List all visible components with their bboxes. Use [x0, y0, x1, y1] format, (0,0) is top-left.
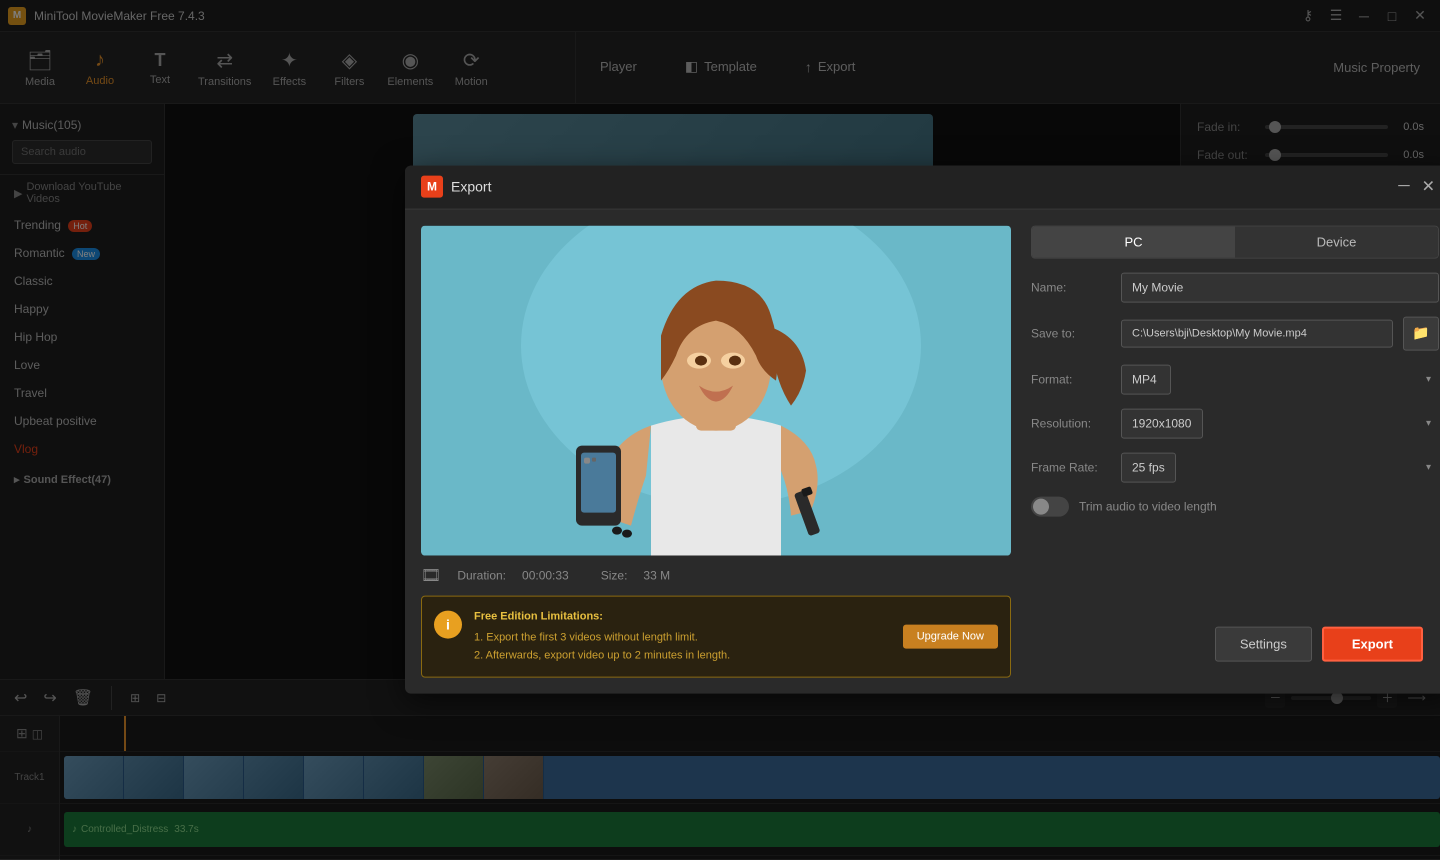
- frame-rate-label: Frame Rate:: [1031, 460, 1111, 474]
- resolution-label: Resolution:: [1031, 416, 1111, 430]
- warning-text: Free Edition Limitations: 1. Export the …: [474, 608, 891, 665]
- format-select[interactable]: MP4 MOV AVI MKV: [1121, 364, 1171, 394]
- dialog-logo: M: [421, 176, 443, 198]
- resolution-arrow-icon: ▾: [1426, 418, 1431, 429]
- save-to-row: Save to: 📁: [1031, 316, 1439, 350]
- warning-line1: 1. Export the first 3 videos without len…: [474, 630, 891, 648]
- export-info-row: 🎞 Duration: 00:00:33 Size: 33 M: [421, 565, 1011, 585]
- frame-rate-row: Frame Rate: 25 fps 30 fps 60 fps 24 fps …: [1031, 452, 1439, 482]
- dialog-title: Export: [451, 179, 1394, 195]
- warning-title: Free Edition Limitations:: [474, 608, 891, 626]
- warning-line2: 2. Afterwards, export video up to 2 minu…: [474, 647, 891, 665]
- duration-label: Duration:: [457, 568, 506, 582]
- dialog-titlebar: M Export ─ ✕: [405, 165, 1440, 209]
- dialog-video-preview: [421, 225, 1011, 555]
- format-select-wrapper: MP4 MOV AVI MKV ▾: [1121, 364, 1439, 394]
- trim-toggle[interactable]: [1031, 496, 1069, 516]
- dialog-preview-section: 🎞 Duration: 00:00:33 Size: 33 M i Free E…: [421, 225, 1011, 678]
- film-icon: 🎞: [421, 565, 441, 585]
- spacer: [1031, 530, 1439, 613]
- format-label: Format:: [1031, 372, 1111, 386]
- export-settings-panel: PC Device Name: Save to: 📁 Format:: [1031, 225, 1439, 678]
- frame-rate-select-wrapper: 25 fps 30 fps 60 fps 24 fps ▾: [1121, 452, 1439, 482]
- dialog-body: 🎞 Duration: 00:00:33 Size: 33 M i Free E…: [405, 209, 1440, 694]
- export-tab-row: PC Device: [1031, 225, 1439, 258]
- size-label: Size:: [601, 568, 628, 582]
- format-arrow-icon: ▾: [1426, 374, 1431, 385]
- name-row: Name:: [1031, 272, 1439, 302]
- resolution-select[interactable]: 1920x1080 1280x720 3840x2160: [1121, 408, 1203, 438]
- warning-box: i Free Edition Limitations: 1. Export th…: [421, 595, 1011, 678]
- trim-label: Trim audio to video length: [1079, 499, 1217, 513]
- format-row: Format: MP4 MOV AVI MKV ▾: [1031, 364, 1439, 394]
- name-input[interactable]: [1121, 272, 1439, 302]
- toggle-thumb: [1033, 498, 1049, 514]
- warning-icon: i: [434, 610, 462, 638]
- pc-tab-btn[interactable]: PC: [1032, 226, 1235, 257]
- trim-row: Trim audio to video length: [1031, 496, 1439, 516]
- frame-rate-arrow-icon: ▾: [1426, 462, 1431, 473]
- resolution-row: Resolution: 1920x1080 1280x720 3840x2160…: [1031, 408, 1439, 438]
- save-to-input[interactable]: [1121, 319, 1393, 347]
- folder-icon: 📁: [1412, 325, 1429, 342]
- dialog-footer: Settings Export: [1031, 627, 1439, 678]
- size-value: 33 M: [643, 568, 670, 582]
- resolution-select-wrapper: 1920x1080 1280x720 3840x2160 ▾: [1121, 408, 1439, 438]
- duration-value: 00:00:33: [522, 568, 569, 582]
- browse-folder-btn[interactable]: 📁: [1403, 316, 1439, 350]
- dialog-close-btn[interactable]: ✕: [1418, 173, 1439, 201]
- settings-btn[interactable]: Settings: [1215, 627, 1312, 662]
- name-label: Name:: [1031, 280, 1111, 294]
- frame-rate-select[interactable]: 25 fps 30 fps 60 fps 24 fps: [1121, 452, 1176, 482]
- device-tab-btn[interactable]: Device: [1235, 226, 1438, 257]
- upgrade-now-btn[interactable]: Upgrade Now: [903, 625, 998, 649]
- save-to-label: Save to:: [1031, 326, 1111, 340]
- export-btn[interactable]: Export: [1322, 627, 1423, 662]
- dialog-minimize-btn[interactable]: ─: [1394, 174, 1413, 200]
- export-dialog: M Export ─ ✕: [405, 165, 1440, 694]
